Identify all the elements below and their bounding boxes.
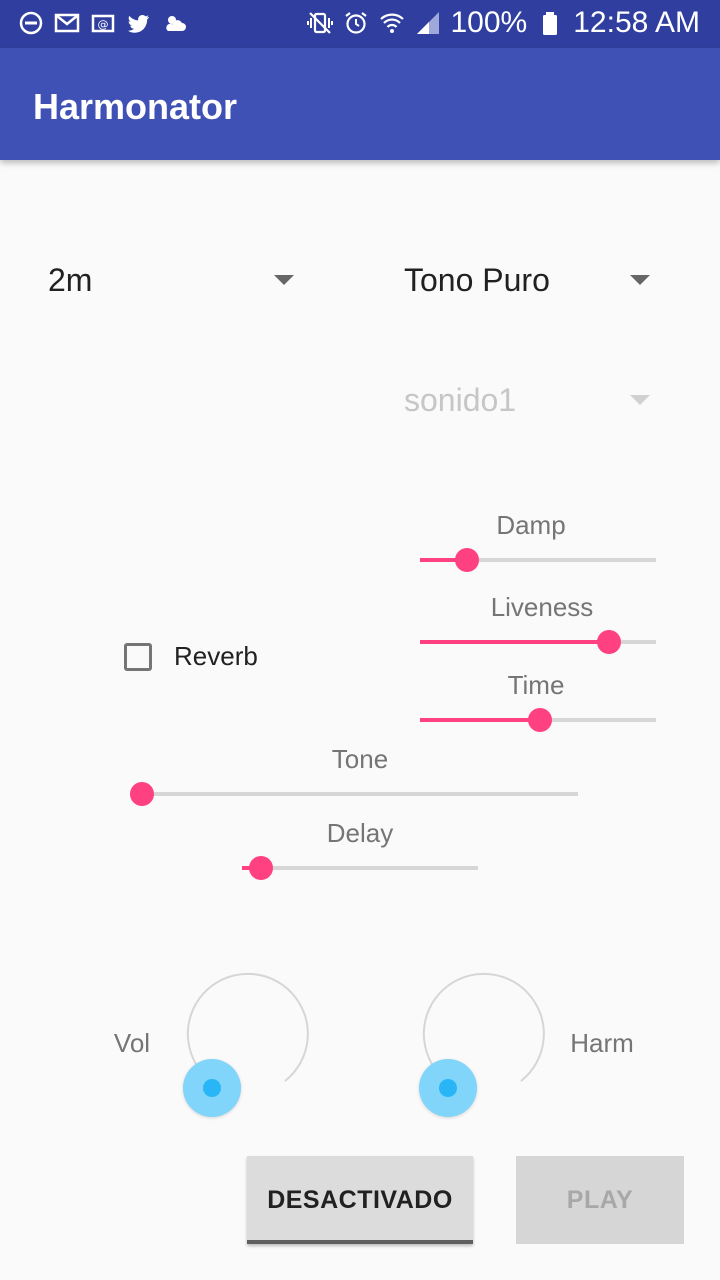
app-title: Harmonator xyxy=(33,86,238,127)
knob-handle[interactable] xyxy=(183,1059,241,1117)
time-label: Time xyxy=(507,670,565,700)
sound-spinner-value: sonido1 xyxy=(404,382,517,418)
slider-fill xyxy=(420,718,540,722)
clock: 12:58 AM xyxy=(573,6,700,39)
tone-type-spinner-value: Tono Puro xyxy=(404,262,550,298)
vol-label: Vol xyxy=(113,1028,151,1058)
email-icon: @ xyxy=(90,10,116,36)
slider-fill xyxy=(420,640,609,644)
reverb-checkbox-row[interactable]: Reverb xyxy=(124,641,258,672)
delay-label: Delay xyxy=(326,818,394,848)
wifi-icon xyxy=(379,10,405,36)
play-button-label: PLAY xyxy=(566,1185,634,1214)
dropdown-arrow-icon xyxy=(630,275,650,285)
reverb-checkbox[interactable] xyxy=(124,642,152,671)
signal-icon xyxy=(415,10,441,36)
interval-spinner-value: 2m xyxy=(48,262,93,298)
battery-icon xyxy=(537,10,563,36)
tone-label: Tone xyxy=(331,744,389,774)
knob-handle-center xyxy=(439,1079,457,1097)
status-left-icons: @ xyxy=(18,10,188,36)
reverb-label: Reverb xyxy=(174,641,258,671)
activation-toggle-label: DESACTIVADO xyxy=(267,1185,453,1214)
alarm-icon xyxy=(343,10,369,36)
interval-spinner[interactable]: 2m xyxy=(48,250,298,310)
toggle-indicator xyxy=(247,1240,473,1244)
svg-text:@: @ xyxy=(98,18,109,31)
play-button[interactable]: PLAY xyxy=(516,1156,684,1244)
slider-track xyxy=(142,792,578,796)
knob-handle-center xyxy=(203,1079,221,1097)
slider-thumb[interactable] xyxy=(130,782,154,806)
weather-icon xyxy=(162,10,188,36)
damp-slider[interactable] xyxy=(420,545,656,575)
slider-thumb[interactable] xyxy=(249,856,273,880)
harm-knob[interactable] xyxy=(417,972,545,1117)
damp-label: Damp xyxy=(496,510,566,540)
delay-slider[interactable] xyxy=(242,853,478,883)
tone-type-spinner[interactable]: Tono Puro xyxy=(404,250,654,310)
activation-toggle-button[interactable]: DESACTIVADO xyxy=(247,1156,473,1244)
time-slider[interactable] xyxy=(420,705,656,735)
vol-knob[interactable] xyxy=(181,972,309,1117)
dropdown-arrow-icon xyxy=(274,275,294,285)
vibrate-icon xyxy=(306,10,333,36)
dropdown-arrow-icon xyxy=(630,395,650,405)
tone-slider[interactable] xyxy=(130,779,578,809)
slider-thumb[interactable] xyxy=(455,548,479,572)
twitter-icon xyxy=(126,10,152,36)
sound-spinner[interactable]: sonido1 xyxy=(404,370,654,430)
slider-track xyxy=(242,866,478,870)
do-not-disturb-icon xyxy=(18,10,44,36)
liveness-label: Liveness xyxy=(490,592,594,622)
status-right: 100% 12:58 AM xyxy=(306,6,700,40)
app-bar: Harmonator xyxy=(0,48,720,160)
knob-handle[interactable] xyxy=(419,1059,477,1117)
harm-label: Harm xyxy=(570,1028,634,1058)
battery-percent: 100% xyxy=(450,6,528,39)
slider-thumb[interactable] xyxy=(597,630,621,654)
gmail-icon xyxy=(54,10,80,36)
status-bar: @ 100% 12:58 AM xyxy=(0,0,720,48)
liveness-slider[interactable] xyxy=(420,627,656,657)
slider-thumb[interactable] xyxy=(528,708,552,732)
